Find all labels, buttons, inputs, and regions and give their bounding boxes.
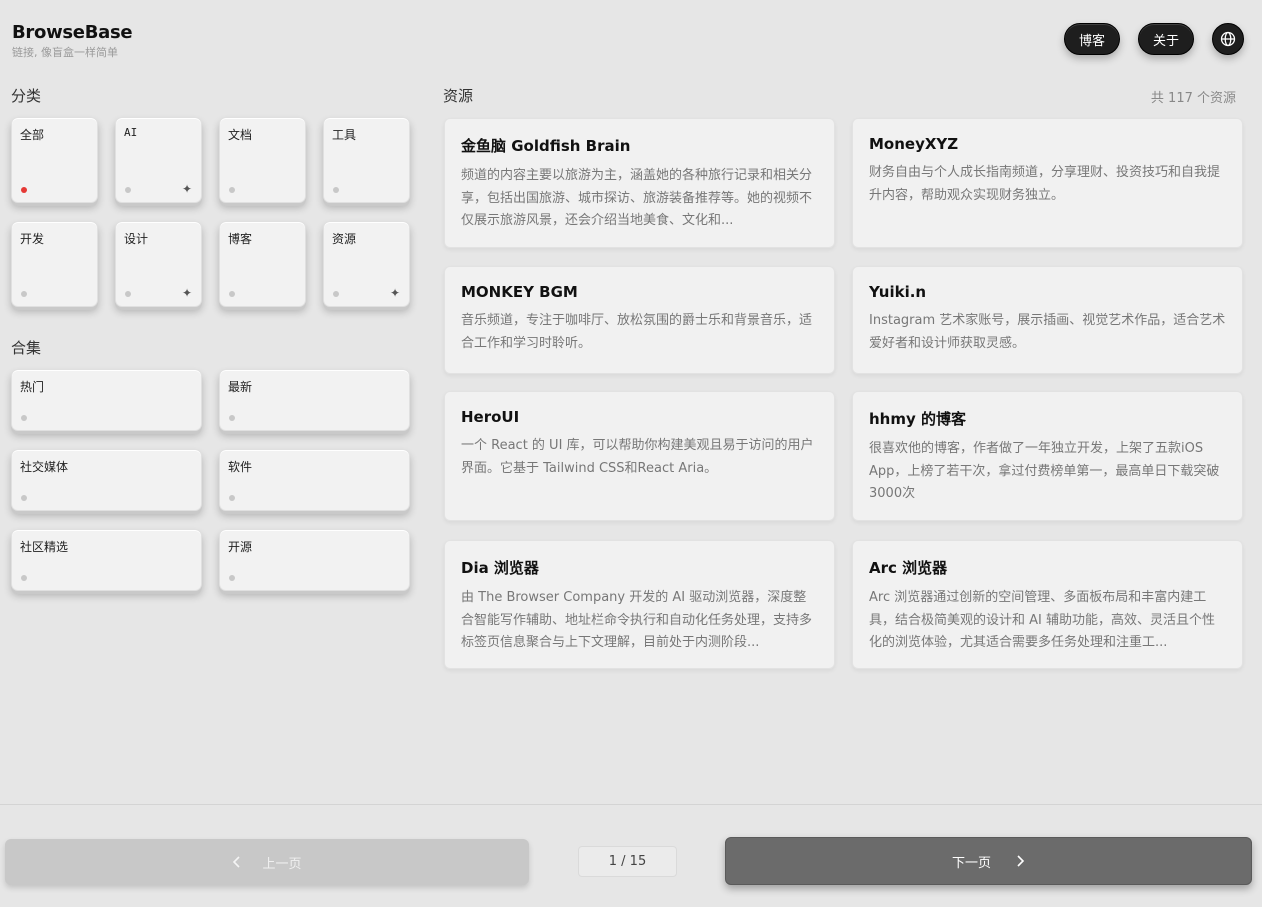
- dot-icon: [333, 187, 339, 193]
- next-page-button[interactable]: 下一页: [725, 837, 1252, 885]
- header: BrowseBase 链接, 像盲盒一样简单: [12, 22, 133, 60]
- category-label: AI: [124, 126, 138, 139]
- category-design[interactable]: 设计 ✦: [115, 221, 202, 307]
- dot-icon: [229, 291, 235, 297]
- dot-icon: [21, 575, 27, 581]
- category-label: 资源: [332, 232, 357, 246]
- page-indicator: 1 / 15: [578, 846, 677, 877]
- category-label: 博客: [228, 232, 253, 246]
- resource-card[interactable]: HeroUI 一个 React 的 UI 库，可以帮助你构建美观且易于访问的用户…: [444, 391, 835, 521]
- dot-icon: [229, 415, 235, 421]
- collection-hot[interactable]: 热门: [11, 369, 202, 431]
- dot-icon: [21, 495, 27, 501]
- resource-title: HeroUI: [461, 408, 520, 426]
- resources-title: 资源: [443, 87, 474, 105]
- dot-icon: [125, 291, 131, 297]
- resource-title: Dia 浏览器: [461, 559, 539, 577]
- language-button[interactable]: [1212, 23, 1244, 55]
- resource-card[interactable]: MoneyXYZ 财务自由与个人成长指南频道，分享理财、投资技巧和自我提升内容，…: [852, 118, 1243, 248]
- resource-title: MoneyXYZ: [869, 135, 959, 153]
- collection-latest[interactable]: 最新: [219, 369, 410, 431]
- next-page-label: 下一页: [951, 855, 991, 871]
- sparkle-icon: ✦: [389, 286, 400, 300]
- resource-card[interactable]: Yuiki.n Instagram 艺术家账号，展示插画、视觉艺术作品，适合艺术…: [852, 266, 1243, 374]
- collection-label: 开源: [228, 540, 253, 554]
- dot-icon: [229, 575, 235, 581]
- footer-divider: [0, 804, 1262, 805]
- resource-title: hhmy 的博客: [869, 410, 966, 428]
- resource-card[interactable]: Dia 浏览器 由 The Browser Company 开发的 AI 驱动浏…: [444, 540, 835, 669]
- resource-title: MONKEY BGM: [461, 283, 578, 301]
- collection-label: 热门: [20, 380, 45, 394]
- about-button[interactable]: 关于: [1137, 23, 1194, 55]
- resource-description: 很喜欢他的博客，作者做了一年独立开发，上架了五款iOS App，上榜了若干次，拿…: [869, 441, 1220, 501]
- dot-icon: [21, 415, 27, 421]
- category-label: 工具: [332, 128, 357, 142]
- top-actions: 博客 关于: [1063, 23, 1244, 55]
- resource-card[interactable]: MONKEY BGM 音乐频道，专注于咖啡厅、放松氛围的爵士乐和背景音乐，适合工…: [444, 266, 835, 374]
- resource-description: 音乐频道，专注于咖啡厅、放松氛围的爵士乐和背景音乐，适合工作和学习时聆听。: [461, 313, 813, 351]
- sparkle-icon: ✦: [181, 286, 192, 300]
- resource-card[interactable]: hhmy 的博客 很喜欢他的博客，作者做了一年独立开发，上架了五款iOS App…: [852, 391, 1243, 521]
- category-resources[interactable]: 资源 ✦: [323, 221, 410, 307]
- resource-title: Arc 浏览器: [869, 559, 948, 577]
- collections-title: 合集: [11, 339, 42, 357]
- category-label: 开发: [20, 232, 45, 246]
- category-label: 文档: [228, 128, 253, 142]
- dot-icon: [125, 187, 131, 193]
- category-label: 设计: [124, 232, 149, 246]
- chevron-right-icon: [1017, 855, 1025, 867]
- category-docs[interactable]: 文档: [219, 117, 306, 203]
- category-all[interactable]: 全部: [11, 117, 98, 203]
- category-label: 全部: [20, 128, 45, 142]
- collection-label: 社交媒体: [20, 460, 69, 474]
- category-tools[interactable]: 工具: [323, 117, 410, 203]
- resource-description: Arc 浏览器通过创新的空间管理、多面板布局和丰富内建工具，结合极简美观的设计和…: [869, 590, 1215, 650]
- collection-label: 软件: [228, 460, 253, 474]
- resource-description: 一个 React 的 UI 库，可以帮助你构建美观且易于访问的用户界面。它基于 …: [461, 438, 814, 476]
- category-dev[interactable]: 开发: [11, 221, 98, 307]
- dot-icon: [229, 495, 235, 501]
- resource-description: 财务自由与个人成长指南频道，分享理财、投资技巧和自我提升内容，帮助观众实现财务独…: [869, 165, 1221, 203]
- collection-opensource[interactable]: 开源: [219, 529, 410, 591]
- prev-page-label: 上一页: [262, 856, 302, 872]
- resource-card[interactable]: 金鱼脑 Goldfish Brain 频道的内容主要以旅游为主，涵盖她的各种旅行…: [444, 118, 835, 248]
- resource-title: Yuiki.n: [869, 283, 927, 301]
- tagline: 链接, 像盲盒一样简单: [12, 46, 118, 59]
- dot-icon: [21, 291, 27, 297]
- resource-description: Instagram 艺术家账号，展示插画、视觉艺术作品，适合艺术爱好者和设计师获…: [869, 313, 1226, 351]
- brand-logo-text[interactable]: BrowseBase: [12, 22, 133, 43]
- resource-title: 金鱼脑 Goldfish Brain: [461, 137, 631, 155]
- categories-title: 分类: [11, 87, 42, 105]
- collection-community[interactable]: 社区精选: [11, 529, 202, 591]
- category-ai[interactable]: AI ✦: [115, 117, 202, 203]
- resource-card[interactable]: Arc 浏览器 Arc 浏览器通过创新的空间管理、多面板布局和丰富内建工具，结合…: [852, 540, 1243, 669]
- active-dot-icon: [21, 187, 27, 193]
- prev-page-button[interactable]: 上一页: [5, 839, 529, 885]
- collection-label: 最新: [228, 380, 253, 394]
- collection-software[interactable]: 软件: [219, 449, 410, 511]
- dot-icon: [229, 187, 235, 193]
- resource-description: 频道的内容主要以旅游为主，涵盖她的各种旅行记录和相关分享，包括出国旅游、城市探访…: [461, 168, 813, 228]
- globe-icon: [1220, 31, 1236, 47]
- resource-count: 共 117 个资源: [1150, 91, 1236, 106]
- category-blog[interactable]: 博客: [219, 221, 306, 307]
- sparkle-icon: ✦: [181, 182, 192, 196]
- chevron-left-icon: [233, 856, 241, 868]
- blog-button[interactable]: 博客: [1063, 23, 1120, 55]
- resource-description: 由 The Browser Company 开发的 AI 驱动浏览器，深度整合智…: [461, 590, 813, 650]
- collection-social[interactable]: 社交媒体: [11, 449, 202, 511]
- dot-icon: [333, 291, 339, 297]
- collection-label: 社区精选: [20, 540, 69, 554]
